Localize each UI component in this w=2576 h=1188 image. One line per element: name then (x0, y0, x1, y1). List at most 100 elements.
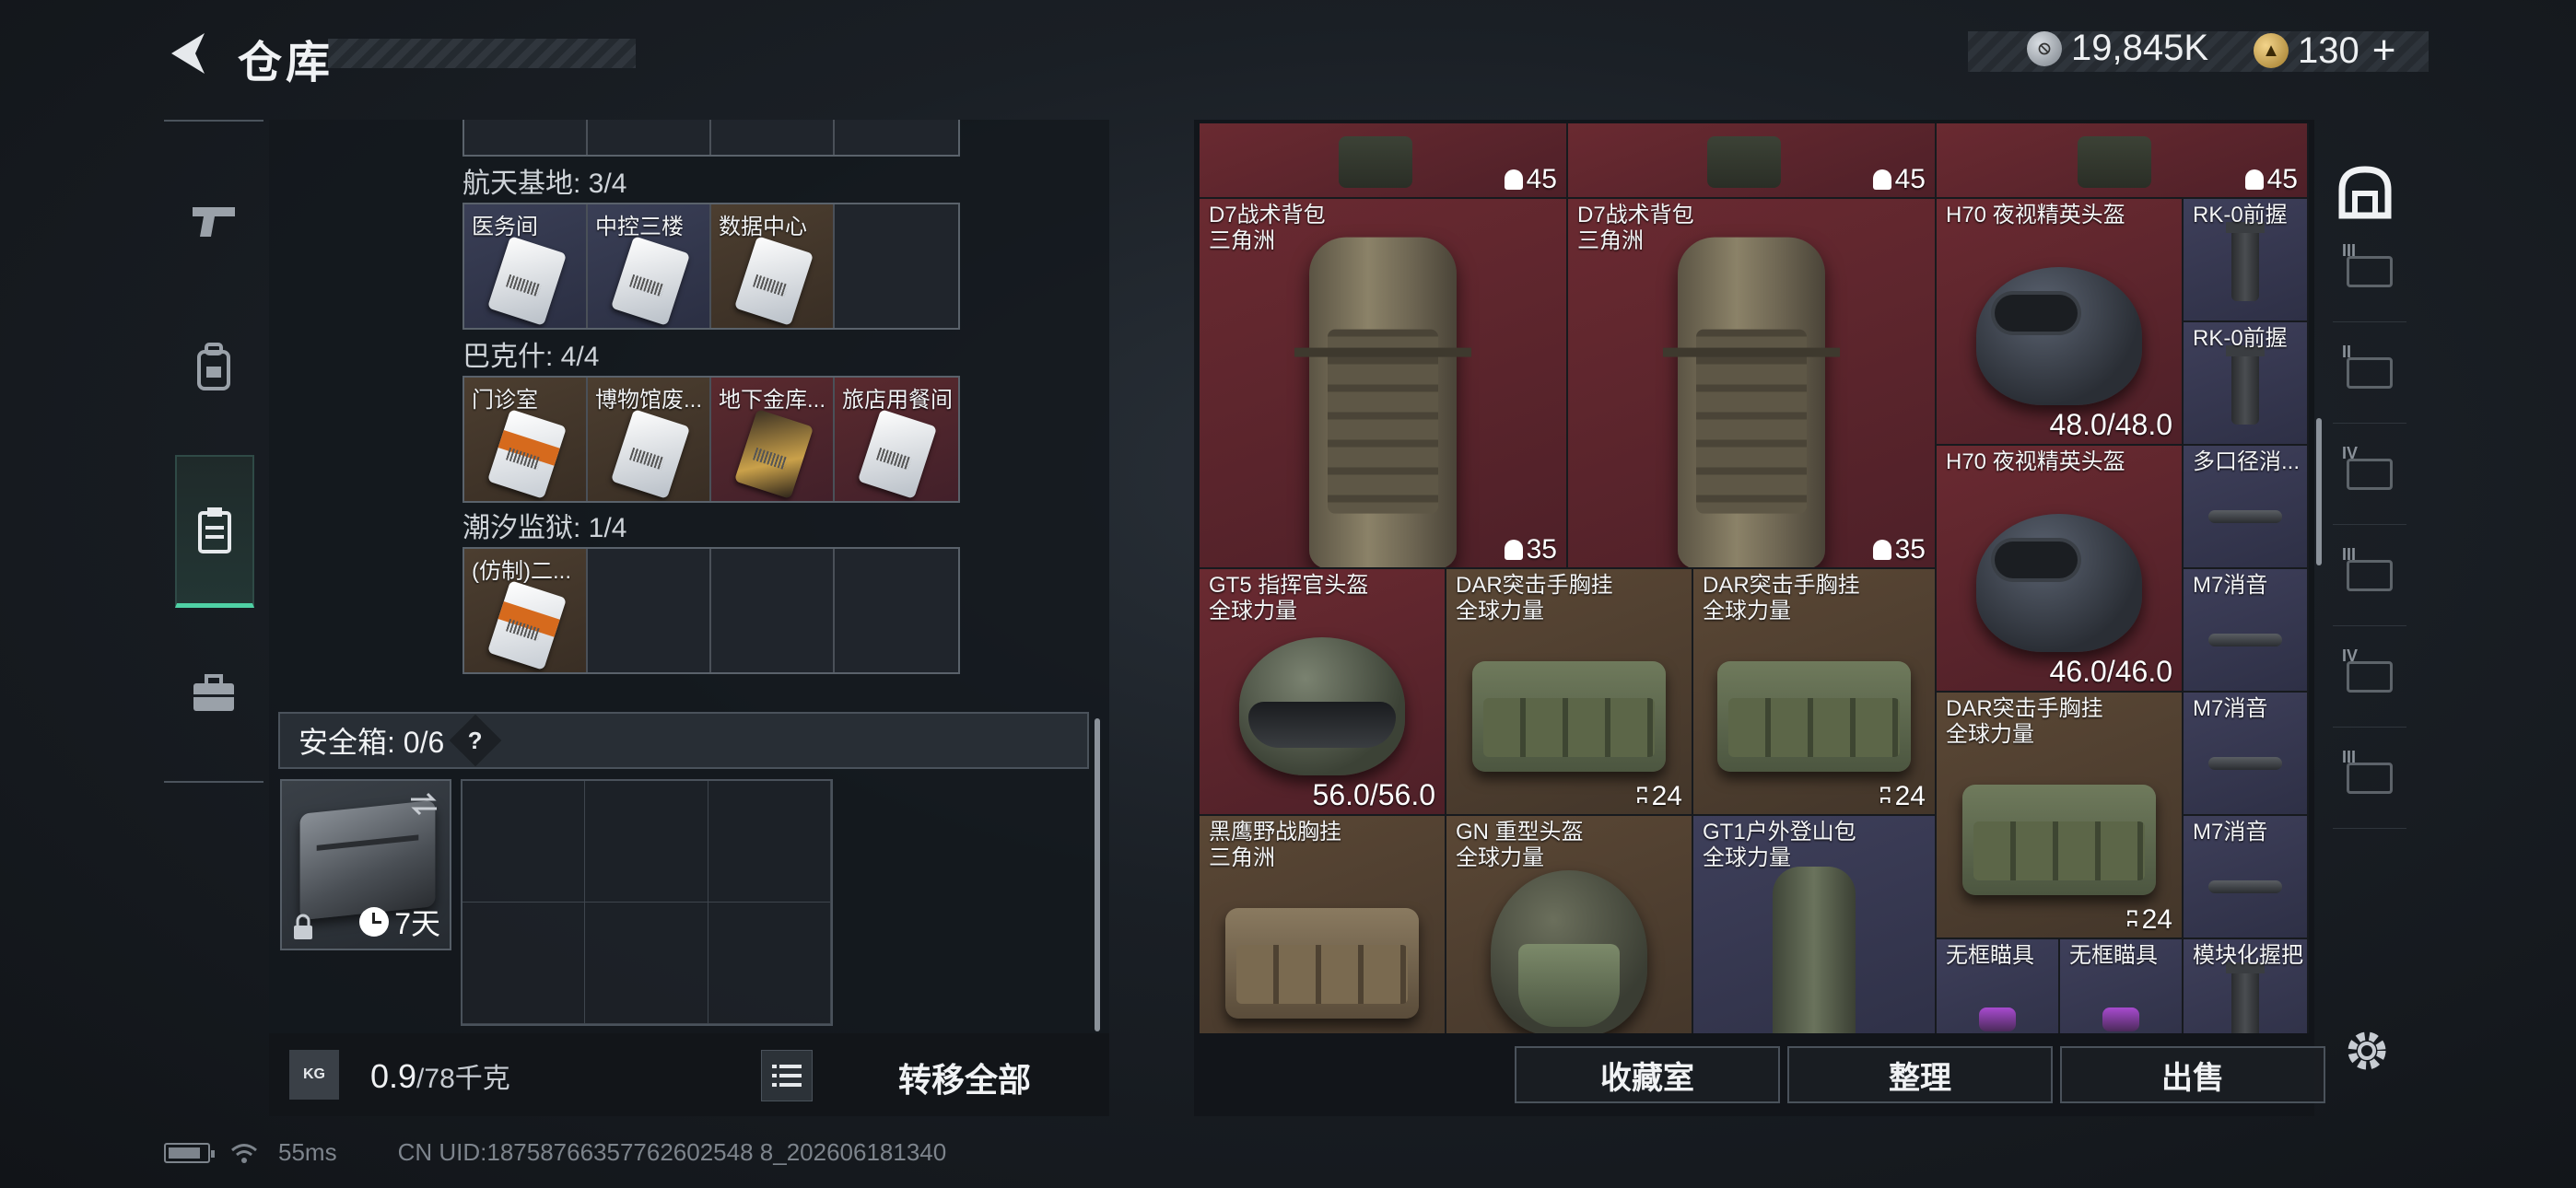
silver-currency: ⦸ 19,845K (2027, 28, 2208, 69)
back-arrow-icon[interactable] (162, 28, 214, 79)
item-partial[interactable]: 45 (1937, 123, 2309, 199)
empty-slot[interactable] (711, 549, 835, 672)
category-folder-iv[interactable]: IV (2333, 626, 2406, 728)
add-currency-button[interactable]: + (2372, 28, 2396, 74)
safe-slot[interactable] (463, 903, 586, 1024)
keycard-row-aerospace: 医务间 中控三楼 数据中心 (463, 203, 960, 330)
help-button[interactable]: ? (449, 714, 502, 767)
item-muzzle[interactable]: 多口径消... (2184, 446, 2309, 569)
safe-slot[interactable] (463, 781, 586, 903)
backpack-image (1294, 237, 1471, 567)
item-count: 45 (1504, 164, 1557, 195)
transfer-all-button[interactable]: 转移全部 (831, 1054, 1098, 1101)
nav-items[interactable] (175, 455, 254, 608)
keycard-slot[interactable]: 博物馆废... (588, 378, 711, 501)
safe-slot[interactable] (585, 781, 708, 903)
partial-slot-row (463, 120, 960, 157)
gold-currency[interactable]: ▲ 130 + (2254, 28, 2395, 74)
item-scope[interactable]: 无框瞄具 (1937, 939, 2060, 1033)
safe-slot[interactable] (708, 781, 831, 903)
item-vest-dar[interactable]: DAR突击手胸挂 全球力量 ʭ 24 (1446, 569, 1693, 816)
category-medical-iii[interactable]: III (2333, 221, 2406, 322)
item-name: GN 重型头盔 全球力量 (1456, 820, 1584, 870)
uid-text: CN UID:18758766357762602548 8_2026061813… (397, 1138, 947, 1166)
item-helmet-gn[interactable]: GN 重型头盔 全球力量 (1446, 816, 1693, 1033)
item-name: DAR突击手胸挂 全球力量 (1946, 696, 2103, 747)
nav-weapons[interactable] (164, 169, 263, 271)
keycard-icon (610, 409, 691, 499)
category-bar: III II IV III IV III (2325, 120, 2412, 1050)
item-helmet-h70[interactable]: H70 夜视精英头盔 46.0/46.0 (1937, 446, 2184, 693)
keycard-slot[interactable]: 数据中心 (711, 204, 835, 328)
keycard-slot[interactable]: 中控三楼 (588, 204, 711, 328)
item-grip[interactable]: RK-0前握 (2184, 199, 2309, 322)
backpack-image (1773, 866, 1856, 1033)
item-modular-grip[interactable]: 模块化握把 (2184, 939, 2309, 1033)
wifi-icon (231, 1143, 257, 1163)
scope-image (2102, 1007, 2139, 1032)
item-helmet-h70[interactable]: H70 夜视精英头盔 48.0/48.0 (1937, 199, 2184, 446)
item-vest-dar[interactable]: DAR突击手胸挂 全球力量 ʭ 24 (1693, 569, 1937, 816)
stash-grid: 45 45 45 D7战术背包 三角洲 35 D7战术背包 三角洲 35 H70 夜… (1200, 123, 2309, 1033)
item-count: ʭ 24 (2125, 904, 2172, 935)
keycard-slot[interactable]: 门诊室 (464, 378, 588, 501)
keycard-icon (486, 580, 568, 670)
item-image (1707, 136, 1781, 188)
item-count: ʭ 24 (1879, 781, 1926, 811)
all-items-icon[interactable] (2335, 162, 2395, 223)
item-scope[interactable]: 无框瞄具 (2060, 939, 2184, 1033)
item-backpack-d7[interactable]: D7战术背包 三角洲 35 (1568, 199, 1937, 569)
item-image (1339, 136, 1412, 188)
keycard-slot[interactable]: 地下金库... (711, 378, 835, 501)
empty-slot[interactable] (835, 204, 958, 328)
item-suppressor[interactable]: M7消音 (2184, 569, 2309, 693)
item-count: 35 (1872, 534, 1926, 565)
nav-cases[interactable] (164, 643, 263, 744)
item-suppressor[interactable]: M7消音 (2184, 693, 2309, 816)
category-rifle-iii[interactable]: III (2333, 728, 2406, 829)
case-icon (2347, 458, 2393, 490)
swap-icon[interactable] (407, 790, 440, 818)
item-name: RK-0前握 (2193, 326, 2288, 351)
keycard-icon (610, 236, 691, 326)
settings-gear-icon[interactable] (2340, 1024, 2394, 1077)
nav-equipment[interactable] (164, 317, 263, 418)
section-label-aerospace: 航天基地: 3/4 (463, 169, 627, 199)
item-name: M7消音 (2193, 820, 2268, 844)
organize-button[interactable]: 整理 (1787, 1046, 2053, 1103)
sell-button[interactable]: 出售 (2060, 1046, 2325, 1103)
keycard-name: 医务间 (472, 215, 538, 239)
empty-slot[interactable] (588, 549, 711, 672)
collection-room-button[interactable]: 收藏室 (1515, 1046, 1780, 1103)
list-view-button[interactable] (761, 1050, 813, 1101)
item-vest-blackhawk[interactable]: 黑鹰野战胸挂 三角洲 (1200, 816, 1446, 1033)
keycard-slot[interactable]: 医务间 (464, 204, 588, 328)
grip-image (2226, 222, 2265, 302)
keycard-slot[interactable]: 旅店用餐间 (835, 378, 958, 501)
item-backpack-d7[interactable]: D7战术背包 三角洲 35 (1200, 199, 1568, 569)
weight-icon: KG (289, 1050, 339, 1100)
safe-box-grid (461, 779, 833, 1026)
category-folder-iii[interactable]: III (2333, 525, 2406, 626)
item-backpack-gt1[interactable]: GT1户外登山包 全球力量 (1693, 816, 1937, 1033)
keycard-row-bakhsh: 门诊室 博物馆废... 地下金库... 旅店用餐间 (463, 376, 960, 503)
item-suppressor[interactable]: M7消音 (2184, 816, 2309, 939)
helmet-image (1239, 636, 1405, 775)
item-vest-dar[interactable]: DAR突击手胸挂 全球力量 ʭ 24 (1937, 693, 2184, 939)
safe-box-case[interactable]: 7天 (280, 779, 451, 950)
item-image (2078, 136, 2151, 188)
empty-slot[interactable] (835, 549, 958, 672)
right-scrollbar[interactable] (2316, 418, 2322, 565)
item-name: GT5 指挥官头盔 全球力量 (1209, 573, 1369, 623)
safe-slot[interactable] (708, 903, 831, 1024)
item-partial[interactable]: 45 (1568, 123, 1937, 199)
category-medical-ii[interactable]: II (2333, 322, 2406, 424)
safe-slot[interactable] (585, 903, 708, 1024)
category-case-iv[interactable]: IV (2333, 424, 2406, 525)
item-name: D7战术背包 三角洲 (1577, 203, 1694, 253)
item-partial[interactable]: 45 (1200, 123, 1568, 199)
item-grip[interactable]: RK-0前握 (2184, 322, 2309, 446)
keycard-slot[interactable]: (仿制)二... (464, 549, 588, 672)
item-helmet-gt5[interactable]: GT5 指挥官头盔 全球力量 56.0/56.0 (1200, 569, 1446, 816)
left-scrollbar[interactable] (1095, 718, 1100, 1031)
